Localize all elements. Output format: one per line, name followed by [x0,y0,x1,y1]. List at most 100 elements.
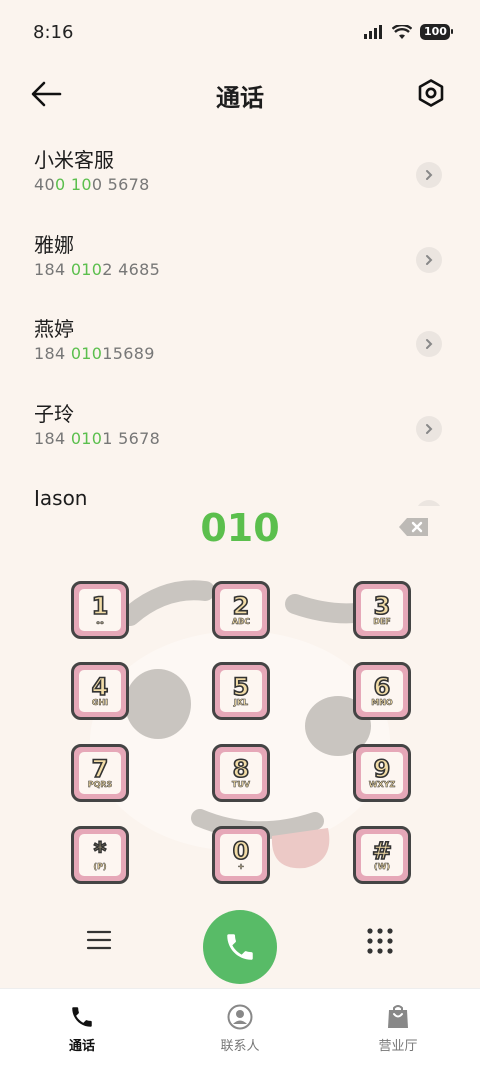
number-match: 010 [70,344,103,363]
key-1[interactable]: 1 ₒₒ [71,581,129,639]
contact-name: Jason [34,486,88,506]
key-letters: DEF [373,616,391,626]
contact-name: 小米客服 [34,148,114,172]
phone-icon [227,934,253,960]
key-6[interactable]: 6 MNO [353,662,411,720]
key-letters: PQRS [87,779,113,789]
key-letters: WXYZ [368,779,396,789]
chevron-right-icon [426,254,433,265]
number-part: 40 [34,175,55,194]
contact-item[interactable]: 燕婷 184 01015689 [0,309,480,394]
battery-indicator: 100 [420,24,453,40]
chevron-right-icon [426,170,433,180]
number-match: 0 [54,175,66,194]
key-letters: TUV [231,779,251,789]
key-4[interactable]: 4 GHI [71,662,129,720]
tab-label: 通话 [68,1039,95,1054]
key-0[interactable]: 0 + [212,826,270,884]
number-match: 10 [70,175,92,194]
contact-detail-button[interactable] [416,415,442,442]
tab-contacts[interactable]: 联系人 [180,989,300,1068]
settings-button[interactable] [416,78,448,110]
contact-number: 400 100 5678 [34,174,480,196]
key-letters: ABC [231,616,251,626]
number-part: 1 5678 [102,428,161,448]
number-part: 15689 [102,344,155,363]
chevron-right-icon [426,339,433,349]
contact-detail-button[interactable] [416,246,442,273]
key-3[interactable]: 3 DEF [353,581,411,639]
key-letters: JKL [233,697,249,707]
status-time: 8:16 [33,22,74,43]
header: 通话 [0,70,480,120]
settings-hexagon-icon [418,79,444,107]
menu-icon [86,930,112,950]
number-part: 0 5678 [91,175,150,194]
person-icon [226,1003,254,1031]
key-digit: 8 [232,754,250,783]
tab-label: 联系人 [220,1039,260,1054]
number-part: 184 [34,428,71,448]
key-letters: (P) [93,861,107,871]
wifi-icon [392,24,412,39]
number-part: 184 [34,344,71,363]
key-9[interactable]: 9 WXYZ [353,744,411,802]
key-letters: MNO [371,697,393,707]
tab-calls[interactable]: 通话 [22,989,142,1068]
key-2[interactable]: 2 ABC [212,581,270,639]
number-match: 010 [70,259,103,279]
call-button[interactable] [203,910,277,984]
key-digit: 2 [232,591,250,620]
contact-item[interactable]: 雅娜 184 0102 4685 [0,225,480,310]
contact-name: 子玲 [34,401,74,426]
key-digit: 4 [91,672,109,701]
key-5[interactable]: 5 JKL [212,662,270,720]
number-match: 010 [70,428,103,448]
key-digit: 6 [373,672,391,701]
key-digit: 0 [232,836,250,865]
key-digit: # [371,836,393,865]
key-digit: 9 [373,754,391,783]
number-part: 184 [34,259,71,279]
key-digit: 3 [373,591,391,620]
contact-name: 雅娜 [34,232,74,257]
contact-list: 小米客服 400 100 5678 雅娜 184 0102 4685 燕婷 18… [0,140,480,506]
chevron-right-icon [426,423,433,434]
page-title: 通话 [216,84,264,112]
menu-button[interactable] [85,928,113,956]
key-letters: ₒₒ [96,616,104,626]
delete-button[interactable] [398,516,432,540]
contact-detail-button[interactable] [416,162,442,188]
contact-number: 184 01015689 [34,343,480,365]
key-letters: (W) [373,861,391,871]
dialpad-icon [367,928,393,954]
contact-item[interactable]: 子玲 184 0101 5678 [0,394,480,479]
key-digit: 5 [232,672,250,701]
contact-name: 燕婷 [34,317,74,341]
dialer-area: 010 1 ₒₒ 2 ABC 3 DEF 4 GHI 5 JKL 6 MNO 7 PQRS 8… [0,506,480,906]
key-digit: 1 [91,591,109,620]
key-hash[interactable]: # (W) [353,826,411,884]
key-7[interactable]: 7 PQRS [71,744,129,802]
key-digit: 7 [91,754,109,783]
bottom-tab-bar: 通话 联系人 营业厅 [0,988,480,1068]
status-icons: 100 [364,24,453,40]
keypad-toggle-button[interactable] [366,927,396,957]
contact-number: 184 0101 5678 [34,428,480,450]
key-letters: GHI [91,697,109,707]
dialer-actions [0,907,480,984]
contact-number: 184 0102 4685 [34,259,480,281]
contact-item[interactable]: 小米客服 400 100 5678 [0,140,480,225]
backspace-icon [399,518,428,536]
tab-label: 营业厅 [378,1039,418,1054]
key-digit: * [93,836,107,865]
status-bar: 8:16 100 [0,0,480,64]
contact-detail-button[interactable] [416,331,442,357]
key-star[interactable]: * (P) [71,826,129,884]
contact-item[interactable]: Jason [0,478,480,506]
key-8[interactable]: 8 TUV [212,744,270,802]
phone-icon [68,1003,96,1031]
tab-service-hall[interactable]: 营业厅 [338,989,458,1068]
number-part: 2 4685 [102,259,161,279]
shopping-bag-icon [384,1003,412,1031]
